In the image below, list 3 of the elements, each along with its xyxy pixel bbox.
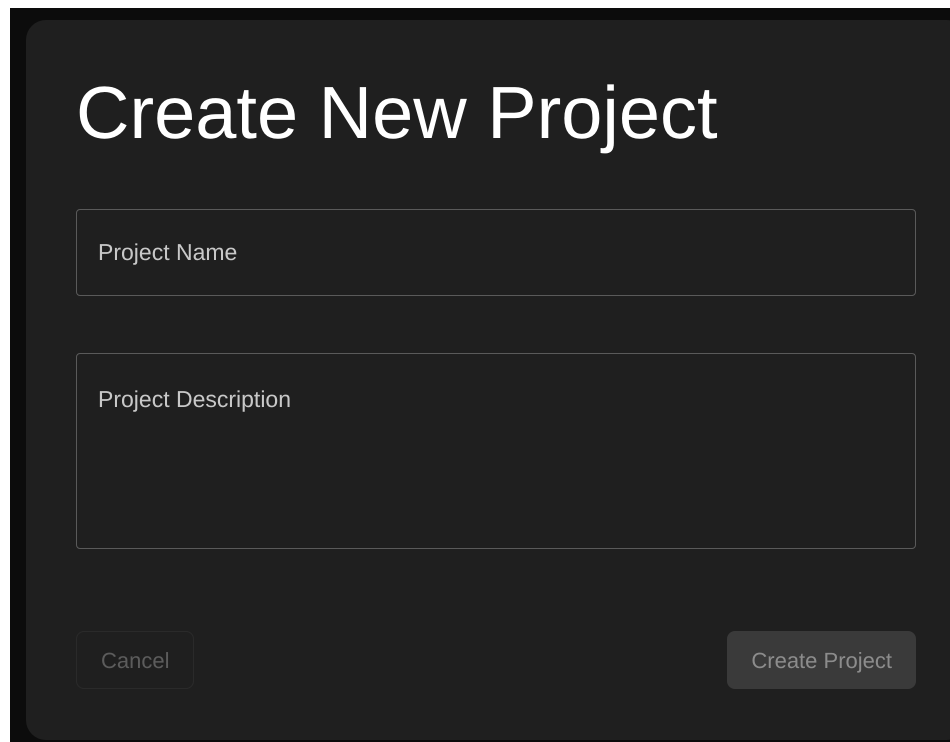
dialog-title: Create New Project (76, 72, 719, 154)
name-field[interactable]: Project Name (76, 209, 916, 296)
description-field[interactable]: Project Description (76, 353, 916, 550)
